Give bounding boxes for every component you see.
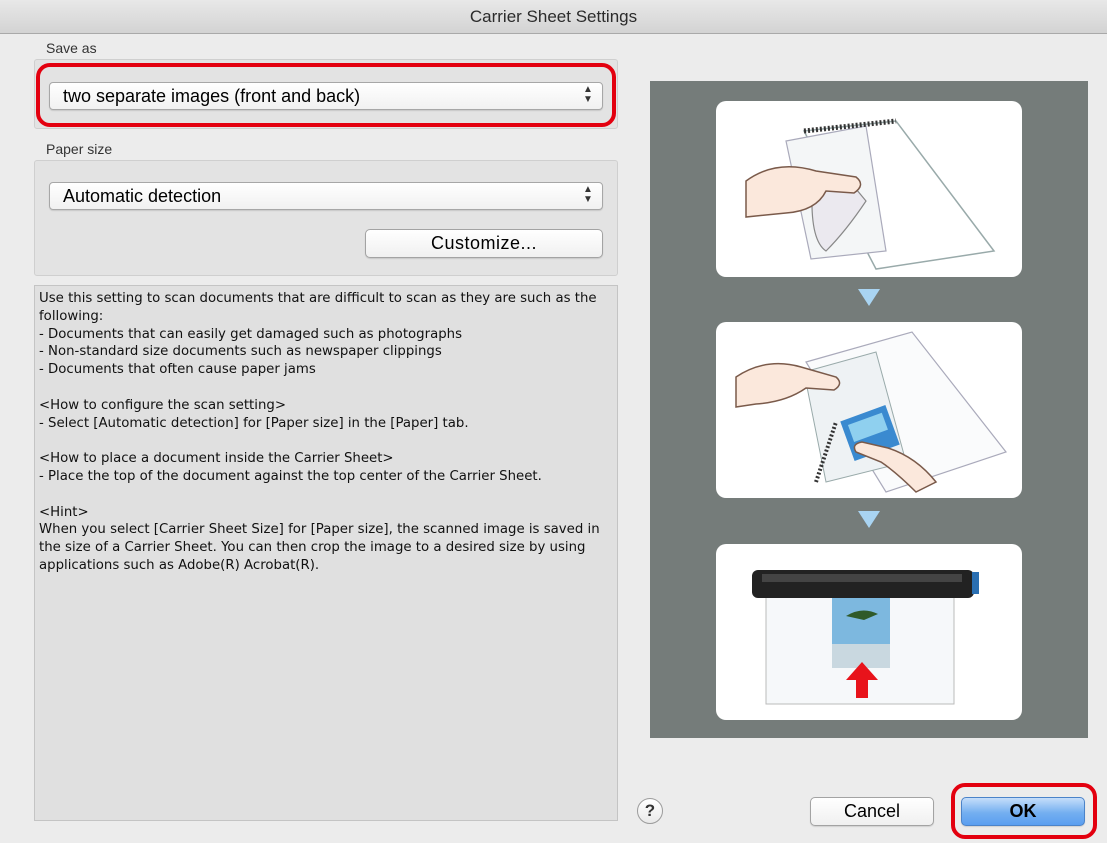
up-down-chevrons-icon: ▲ ▼ <box>583 184 593 205</box>
scanner-feed-illustration <box>752 570 979 705</box>
paper-size-selected: Automatic detection <box>63 186 222 206</box>
paper-size-popup[interactable]: Automatic detection ▲ ▼ <box>49 182 603 210</box>
window-title: Carrier Sheet Settings <box>0 0 1107 34</box>
carrier-sheet-open-illustration <box>745 118 996 270</box>
save-as-label: Save as <box>46 40 97 56</box>
step-arrow-icon <box>858 511 880 528</box>
paper-size-label: Paper size <box>46 141 113 157</box>
help-button[interactable]: ? <box>637 798 663 824</box>
save-as-highlight <box>36 63 616 127</box>
insert-document-illustration <box>735 331 1007 493</box>
customize-button[interactable]: Customize... <box>365 229 603 258</box>
description-text: Use this setting to scan documents that … <box>34 285 618 821</box>
ok-highlight <box>951 783 1097 839</box>
step3-panel <box>716 544 1022 720</box>
step1-panel <box>716 101 1022 277</box>
step2-panel <box>716 322 1022 498</box>
step-arrow-icon <box>858 289 880 306</box>
cancel-button[interactable]: Cancel <box>810 797 934 826</box>
carrier-sheet-illustration <box>650 81 1088 738</box>
paper-size-group <box>34 160 618 276</box>
